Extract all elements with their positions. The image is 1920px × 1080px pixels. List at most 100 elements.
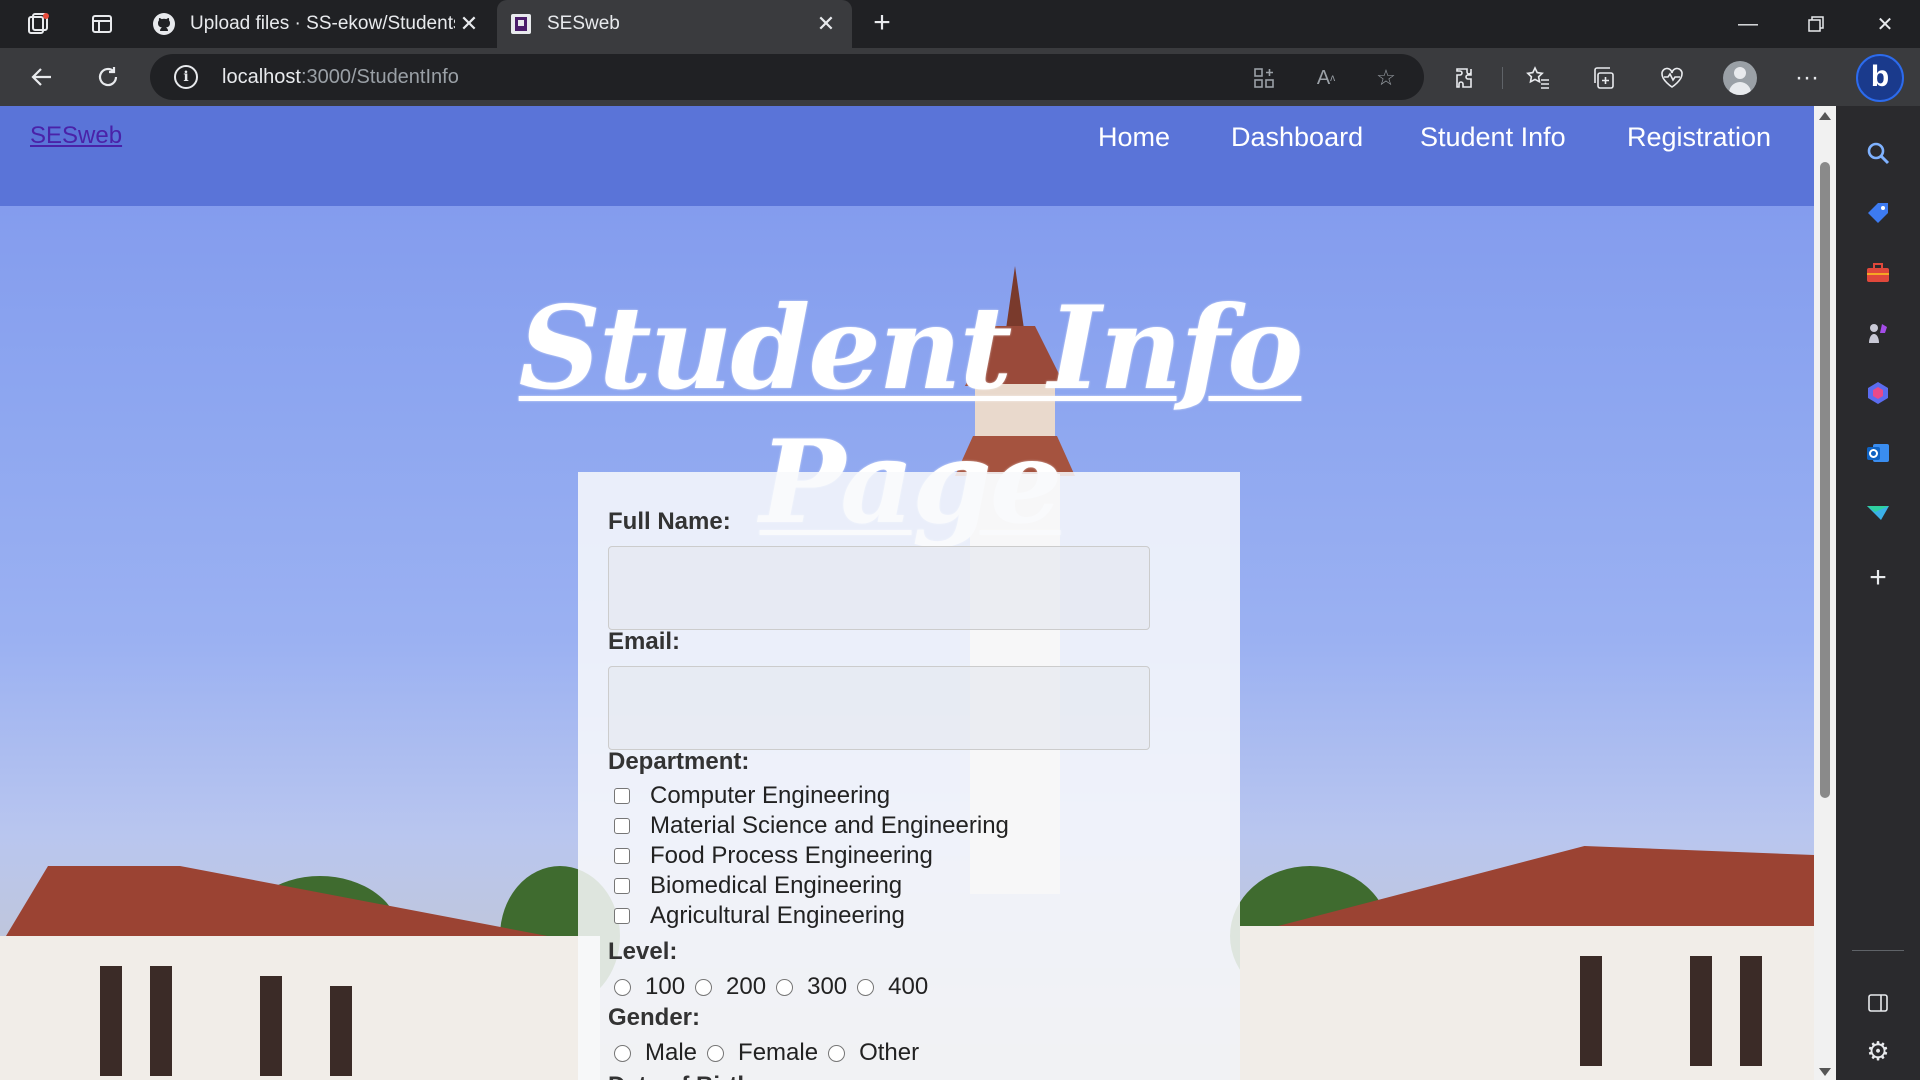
checkbox[interactable] — [614, 818, 630, 834]
department-option-food[interactable]: Food Process Engineering — [614, 842, 933, 870]
gender-radio-male[interactable] — [614, 1044, 631, 1062]
profile-avatar[interactable] — [1723, 61, 1757, 95]
microsoft-365-icon[interactable] — [1861, 376, 1895, 410]
minimize-icon[interactable]: — — [1713, 0, 1783, 48]
collections-icon[interactable] — [1590, 63, 1620, 93]
building-window — [1690, 956, 1712, 1066]
gender-label: Gender: — [608, 1004, 701, 1031]
level-radio-400[interactable] — [857, 978, 875, 996]
shopping-tag-icon[interactable] — [1861, 196, 1895, 230]
favorites-icon[interactable] — [1523, 63, 1553, 93]
nav-registration[interactable]: Registration — [1627, 122, 1771, 153]
extensions-icon[interactable] — [1451, 63, 1481, 93]
sidebar-separator — [1852, 950, 1904, 951]
full-name-field[interactable] — [608, 546, 1150, 630]
department-label: Department: — [608, 748, 750, 775]
department-option-biomedical[interactable]: Biomedical Engineering — [614, 872, 902, 900]
close-tab-icon[interactable]: ✕ — [457, 12, 481, 36]
outlook-icon[interactable] — [1861, 436, 1895, 470]
building-right — [1240, 926, 1814, 1080]
dob-label: Date of Birth: — [608, 1072, 760, 1080]
checkbox[interactable] — [614, 848, 630, 864]
tab-label: Upload files · SS-ekow/Students- — [190, 13, 455, 34]
department-option-computer[interactable]: Computer Engineering — [614, 782, 890, 810]
read-aloud-icon[interactable]: Aʌ — [1312, 64, 1340, 92]
building-window — [330, 986, 352, 1076]
level-radio-group: 100 200 300 400 — [614, 972, 938, 1002]
level-radio-300[interactable] — [776, 978, 794, 996]
radio-label: Male — [645, 1039, 698, 1066]
add-sidebar-app-icon[interactable]: + — [1861, 561, 1895, 595]
sesweb-favicon-icon — [509, 12, 533, 36]
checkbox[interactable] — [614, 878, 630, 894]
scroll-up-arrow-icon[interactable] — [1819, 112, 1831, 120]
level-label: Level: — [608, 938, 678, 965]
search-icon[interactable] — [1861, 136, 1895, 170]
sidebar-settings-icon[interactable]: ⚙ — [1861, 1034, 1895, 1068]
scroll-down-arrow-icon[interactable] — [1819, 1068, 1831, 1076]
url-text[interactable]: localhost:3000/StudentInfo — [222, 66, 459, 89]
nav-student-info[interactable]: Student Info — [1420, 122, 1566, 153]
full-name-label: Full Name: — [608, 508, 731, 535]
building-window — [1740, 956, 1762, 1066]
nav-dashboard[interactable]: Dashboard — [1231, 122, 1363, 153]
department-option-agricultural[interactable]: Agricultural Engineering — [614, 902, 905, 930]
tab-sesweb[interactable]: SESweb ✕ — [497, 0, 852, 48]
radio-label: Other — [859, 1039, 920, 1066]
toolbar-separator — [1502, 67, 1503, 89]
building-window — [100, 966, 122, 1076]
address-bar[interactable]: i localhost:3000/StudentInfo Aʌ ☆ — [150, 54, 1424, 100]
favorite-star-icon[interactable]: ☆ — [1372, 64, 1400, 92]
tab-actions-icon[interactable] — [86, 8, 118, 40]
email-label: Email: — [608, 628, 681, 655]
radio-label: 400 — [888, 973, 929, 1000]
close-tab-icon[interactable]: ✕ — [814, 12, 838, 36]
gender-radio-female[interactable] — [707, 1044, 725, 1062]
building-window — [1580, 956, 1602, 1066]
radio-label: 200 — [726, 973, 767, 1000]
radio-label: 300 — [807, 973, 848, 1000]
scroll-thumb[interactable] — [1820, 162, 1830, 798]
nav-home[interactable]: Home — [1098, 122, 1170, 153]
edge-sidebar: + ⚙ — [1836, 106, 1920, 1080]
refresh-icon[interactable] — [92, 61, 124, 93]
level-radio-200[interactable] — [695, 978, 713, 996]
tools-icon[interactable] — [1861, 256, 1895, 290]
checkbox[interactable] — [614, 788, 630, 804]
gender-radio-other[interactable] — [828, 1044, 846, 1062]
workspaces-icon[interactable] — [22, 8, 54, 40]
department-option-material[interactable]: Material Science and Engineering — [614, 812, 1009, 840]
app-available-icon[interactable] — [1250, 64, 1278, 92]
checkbox-label: Computer Engineering — [650, 782, 891, 809]
restore-icon[interactable] — [1781, 0, 1851, 48]
drop-icon[interactable] — [1861, 496, 1895, 530]
bing-copilot-icon[interactable]: b — [1856, 54, 1904, 102]
level-radio-100[interactable] — [614, 978, 631, 996]
checkbox-label: Agricultural Engineering — [650, 902, 905, 929]
new-tab-icon[interactable]: + — [866, 8, 898, 40]
hide-sidebar-icon[interactable] — [1861, 986, 1895, 1020]
more-options-icon[interactable]: ··· — [1792, 63, 1822, 93]
building-window — [260, 976, 282, 1076]
url-host: localhost — [222, 66, 301, 88]
url-path: :3000/StudentInfo — [300, 66, 459, 88]
browser-essentials-icon[interactable] — [1657, 63, 1687, 93]
page-scrollbar[interactable] — [1814, 106, 1836, 1080]
radio-label: 100 — [645, 973, 686, 1000]
close-window-icon[interactable]: ✕ — [1850, 0, 1920, 48]
tab-github-upload[interactable]: Upload files · SS-ekow/Students- ✕ — [140, 0, 495, 48]
building-left — [0, 936, 600, 1080]
checkbox[interactable] — [614, 908, 630, 924]
brand-link[interactable]: SESweb — [30, 122, 122, 150]
games-icon[interactable] — [1861, 316, 1895, 350]
web-page: SESweb Home Dashboard Student Info Regis… — [0, 106, 1814, 1080]
site-info-icon[interactable]: i — [174, 65, 198, 89]
checkbox-label: Food Process Engineering — [650, 842, 933, 869]
checkbox-label: Biomedical Engineering — [650, 872, 903, 899]
checkbox-label: Material Science and Engineering — [650, 812, 1009, 839]
email-field[interactable] — [608, 666, 1150, 750]
student-info-form: Full Name: Email: Department: Computer E… — [578, 472, 1240, 1080]
browser-tabbar: Upload files · SS-ekow/Students- ✕ SESwe… — [0, 0, 1920, 48]
back-icon[interactable] — [26, 61, 58, 93]
site-header: SESweb Home Dashboard Student Info Regis… — [0, 106, 1814, 206]
